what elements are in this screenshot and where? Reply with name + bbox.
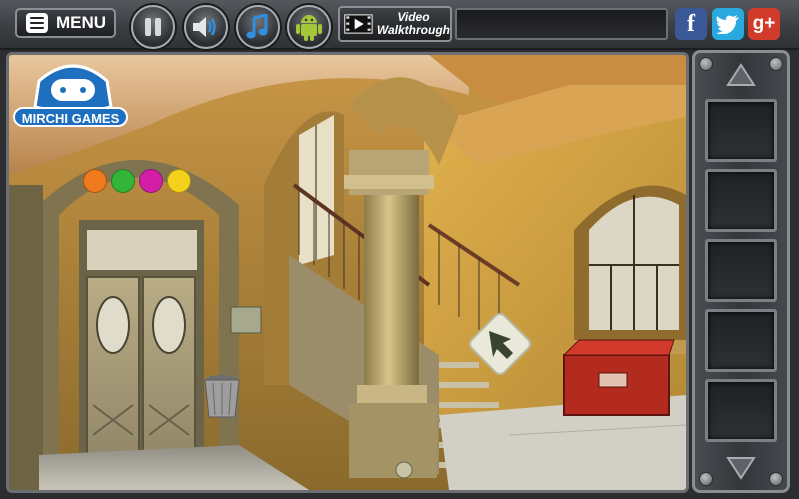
video-label-line2: Walkthrough — [376, 23, 450, 37]
arrow-down-icon — [726, 457, 756, 480]
facebook-share-button[interactable]: f — [675, 8, 707, 40]
android-app-button[interactable] — [287, 5, 331, 49]
film-play-icon — [344, 14, 373, 34]
top-toolbar: MENU Video Walkthrough f g+ — [0, 0, 799, 50]
clue-dot — [83, 169, 107, 193]
pause-icon — [145, 18, 161, 36]
twitter-share-button[interactable] — [712, 8, 744, 40]
music-button[interactable] — [236, 5, 280, 49]
video-walkthrough-button[interactable]: Video Walkthrough — [338, 6, 452, 42]
inventory-slot[interactable] — [705, 99, 777, 162]
inventory-slot[interactable] — [705, 309, 777, 372]
menu-button[interactable]: MENU — [15, 8, 116, 38]
inventory-slot[interactable] — [705, 239, 777, 302]
pause-button[interactable] — [131, 5, 175, 49]
android-icon — [296, 15, 322, 41]
speaker-icon — [193, 17, 216, 37]
menu-button-label: MENU — [56, 13, 107, 32]
twitter-bird-icon — [716, 15, 739, 34]
clue-dot — [111, 169, 135, 193]
sound-button[interactable] — [184, 5, 228, 49]
inventory-scroll-down-button[interactable] — [709, 452, 773, 484]
inventory-panel — [692, 50, 790, 493]
video-walkthrough-label: Video Walkthrough — [377, 11, 450, 37]
google-plus-icon: g+ — [752, 13, 776, 34]
clue-dot — [167, 169, 191, 193]
inventory-slot[interactable] — [705, 379, 777, 442]
game-scene-frame: MIRCHI GAMES — [6, 52, 689, 493]
navigate-forward-arrow[interactable] — [465, 309, 535, 379]
clue-dot — [139, 169, 163, 193]
inventory-scroll-up-button[interactable] — [709, 59, 773, 91]
mirchi-games-logo-text: MIRCHI GAMES — [13, 107, 128, 127]
message-box — [455, 8, 668, 40]
facebook-icon: f — [687, 10, 695, 37]
trash-can-hotspot[interactable] — [203, 373, 241, 419]
inventory-slot[interactable] — [705, 169, 777, 232]
arrow-up-icon — [726, 63, 756, 86]
left-door-hotspot[interactable] — [79, 220, 204, 475]
google-plus-share-button[interactable]: g+ — [748, 8, 780, 40]
floor-ball-hotspot[interactable] — [394, 460, 414, 480]
music-note-icon — [246, 14, 268, 39]
red-chest-hotspot[interactable] — [564, 339, 670, 417]
hamburger-icon — [26, 13, 48, 33]
